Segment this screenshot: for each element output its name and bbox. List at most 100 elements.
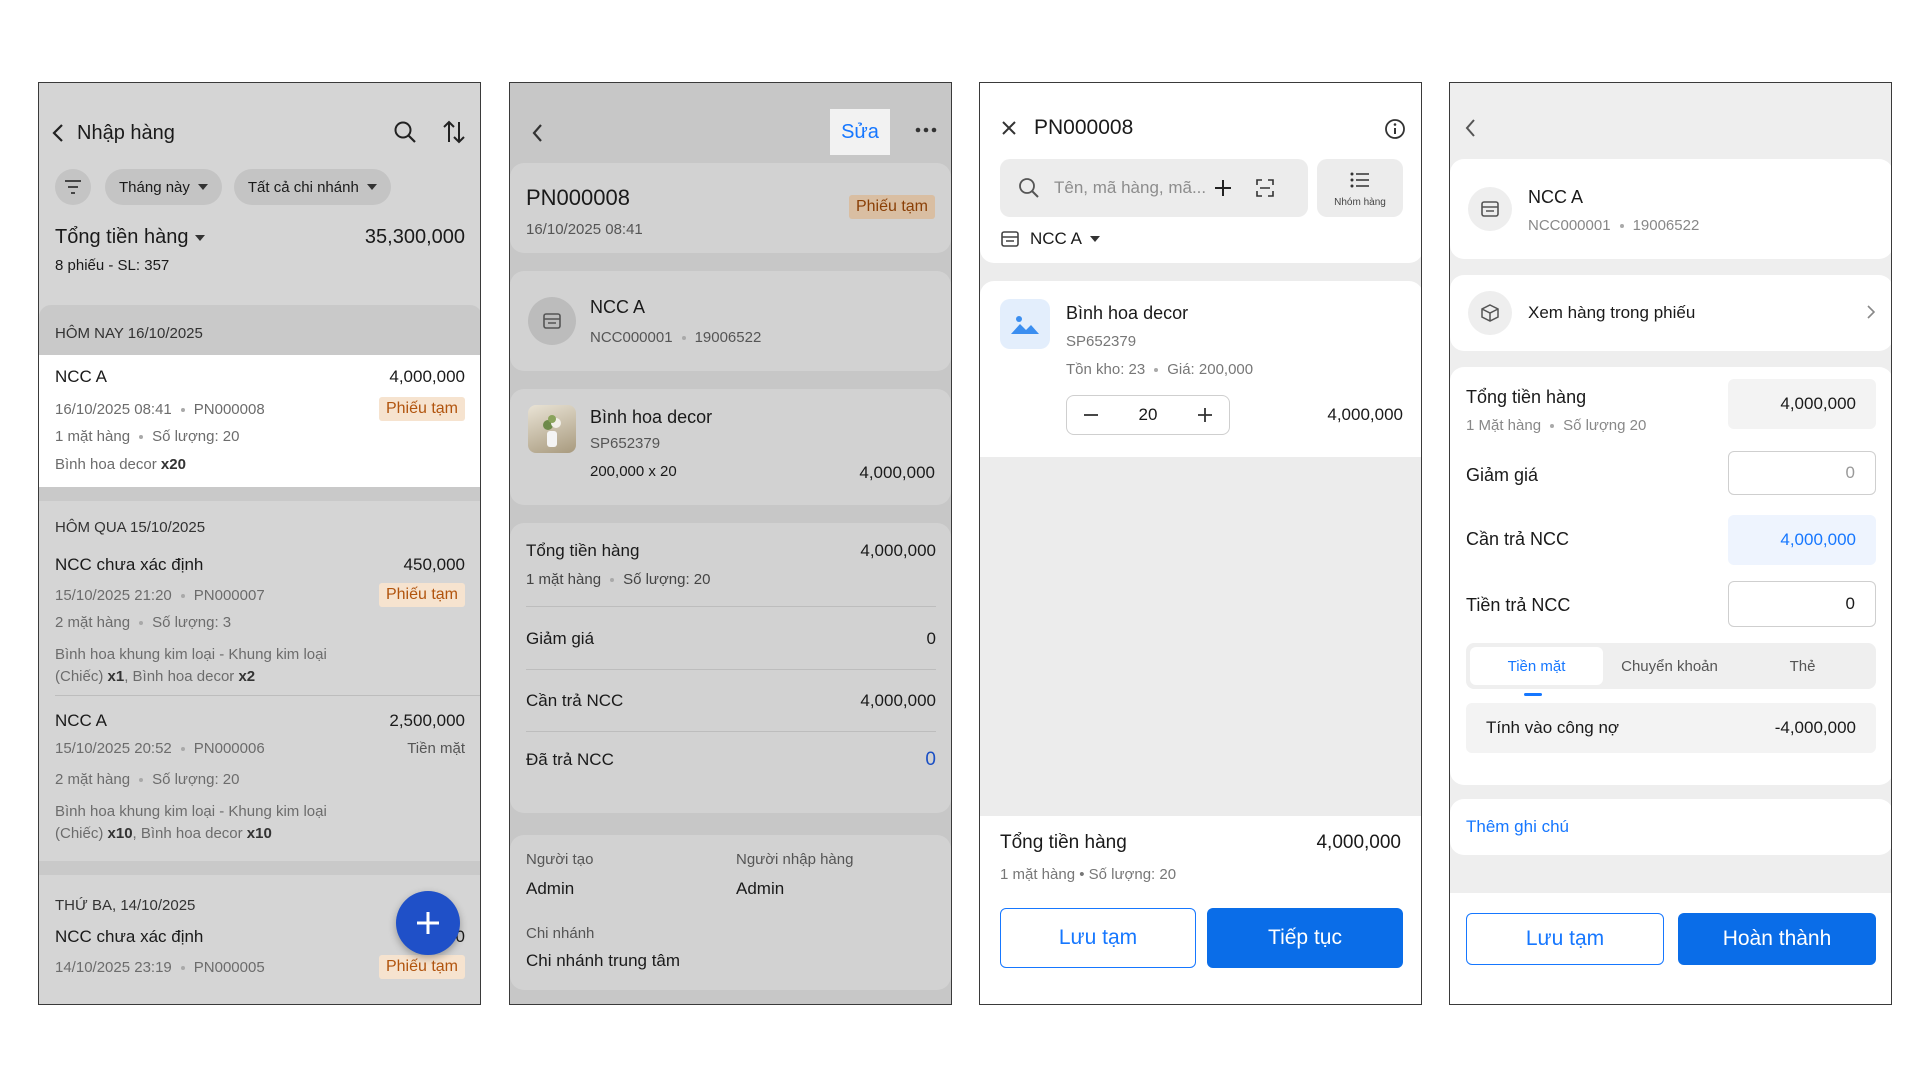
- products-line1: Bình hoa khung kim loại - Khung kim loại: [55, 646, 327, 663]
- category-button[interactable]: Nhóm hàng: [1317, 159, 1403, 217]
- filter-icon[interactable]: [55, 169, 91, 205]
- divider: [526, 669, 936, 670]
- supplier-code: NCC000001: [590, 329, 673, 346]
- view-items-row[interactable]: Xem hàng trong phiếu: [1450, 275, 1891, 351]
- supplier-name: NCC chưa xác định: [55, 927, 204, 946]
- supplier-selector[interactable]: NCC A: [1000, 229, 1100, 249]
- discount-input[interactable]: 0: [1728, 451, 1876, 495]
- item-qty: Số lượng: 20: [152, 428, 240, 445]
- status-badge: Phiếu tạm: [378, 583, 465, 607]
- supplier-phone: 19006522: [694, 329, 762, 346]
- add-button[interactable]: [396, 891, 460, 955]
- supplier-code: NCC000001: [1528, 217, 1611, 234]
- back-icon[interactable]: [49, 121, 77, 145]
- group-date: THỨ BA, 14/10/2025: [55, 897, 196, 914]
- supplier-card[interactable]: NCC A NCC000001 19006522: [510, 271, 951, 371]
- minus-icon[interactable]: [1067, 414, 1115, 416]
- page-title: PN000008: [1034, 116, 1134, 139]
- tab-transfer[interactable]: Chuyển khoản: [1603, 647, 1736, 685]
- stock: Tồn kho: 23: [1066, 361, 1146, 378]
- image-placeholder-icon: [1000, 299, 1050, 349]
- plus-icon[interactable]: [1214, 179, 1232, 197]
- tab-indicator: [1524, 693, 1542, 696]
- save-draft-button[interactable]: Lưu tạm: [1466, 913, 1664, 965]
- discount-value: 0: [926, 629, 936, 648]
- need-pay-value: 4,000,000: [1728, 515, 1876, 565]
- supplier-name: NCC A: [590, 297, 646, 317]
- branch-filter[interactable]: Tất cả chi nhánh: [233, 169, 391, 205]
- total-sub: 1 mặt hàng • Số lượng: 20: [1000, 866, 1177, 883]
- back-icon[interactable]: [530, 121, 546, 145]
- group-date: HÔM QUA 15/10/2025: [55, 519, 206, 536]
- info-icon[interactable]: [1384, 118, 1406, 140]
- products-line2: (Chiếc): [55, 668, 104, 685]
- footer: Tổng tiền hàng 4,000,000 1 mặt hàng • Số…: [980, 816, 1421, 1004]
- total-summary[interactable]: Tổng tiền hàng 35,300,000 8 phiếu - SL: …: [55, 226, 465, 274]
- caret-down-icon: [197, 184, 208, 190]
- products-qty2: x10: [246, 825, 272, 842]
- datetime: 15/10/2025 21:20: [55, 586, 172, 604]
- add-note-link[interactable]: Thêm ghi chú: [1466, 817, 1569, 837]
- pay-input[interactable]: 0: [1728, 581, 1876, 627]
- search-icon: [1018, 177, 1040, 199]
- supplier-name: NCC A: [1030, 229, 1082, 248]
- item-qty: Số lượng: 20: [152, 771, 240, 788]
- supplier-card[interactable]: NCC A NCC000001 19006522: [1450, 159, 1891, 259]
- quantity-stepper[interactable]: 20: [1066, 395, 1230, 435]
- receipt-header-card: PN000008 16/10/2025 08:41 Phiếu tạm: [510, 163, 951, 253]
- list-item[interactable]: NCC chưa xác định 450,000 15/10/2025 21:…: [39, 541, 480, 691]
- save-draft-button[interactable]: Lưu tạm: [1000, 908, 1196, 968]
- header: Nhập hàng: [49, 113, 469, 153]
- datetime: 16/10/2025 08:41: [55, 400, 172, 418]
- close-icon[interactable]: [1000, 119, 1018, 137]
- receipt-code: PN000006: [193, 740, 265, 757]
- product-sku: SP652379: [590, 435, 661, 452]
- summary-card: Tổng tiền hàng 4,000,000 1 mặt hàng Số lư…: [510, 523, 951, 813]
- product-total: 4,000,000: [859, 463, 935, 482]
- product-card[interactable]: Bình hoa decor SP652379 200,000 x 20 4,0…: [510, 389, 951, 505]
- products-qty: x20: [160, 456, 186, 473]
- product-name: Bình hoa decor: [590, 407, 713, 427]
- divider: [55, 695, 480, 696]
- tab-card[interactable]: Thẻ: [1736, 647, 1869, 685]
- footer: Lưu tạm Hoàn thành: [1450, 893, 1891, 1004]
- list-item[interactable]: NCC A 4,000,000 16/10/2025 08:41 PN000008…: [39, 355, 480, 487]
- quantity-value[interactable]: 20: [1115, 405, 1181, 425]
- group-date: HÔM NAY 16/10/2025: [55, 325, 203, 342]
- tab-cash[interactable]: Tiền mặt: [1470, 647, 1603, 685]
- screen-payment: NCC A NCC000001 19006522 Xem hàng trong p…: [1449, 82, 1892, 1005]
- plus-icon[interactable]: [1181, 408, 1229, 422]
- continue-button[interactable]: Tiếp tục: [1207, 908, 1403, 968]
- item-count: 2 mặt hàng: [55, 614, 131, 631]
- note-row[interactable]: Thêm ghi chú: [1450, 799, 1891, 855]
- search-icon[interactable]: [392, 119, 418, 145]
- back-icon[interactable]: [1464, 117, 1478, 139]
- debt-row: Tính vào công nợ -4,000,000: [1466, 703, 1876, 753]
- complete-button[interactable]: Hoàn thành: [1678, 913, 1876, 965]
- list-item[interactable]: NCC A 2,500,000 15/10/2025 20:52 PN000006…: [39, 697, 480, 847]
- status-badge: Phiếu tạm: [378, 955, 465, 979]
- supplier-phone: 19006522: [1632, 217, 1700, 234]
- edit-button[interactable]: Sửa: [830, 109, 890, 155]
- total-count: 1 Mặt hàng: [1466, 417, 1542, 434]
- branch-label: Chi nhánh: [526, 925, 595, 942]
- total-label: Tổng tiền hàng: [1466, 387, 1587, 407]
- products-qty1: x10: [107, 825, 133, 842]
- products-qty1: x1: [107, 668, 125, 685]
- screen-purchase-list: Nhập hàng Tháng này Tất cả chi nhánh Tổn…: [38, 82, 481, 1005]
- product-row[interactable]: Bình hoa decor SP652379 Tồn kho: 23 Giá: …: [980, 281, 1421, 457]
- debt-label: Tính vào công nợ: [1486, 718, 1620, 737]
- caret-down-icon: [366, 184, 377, 190]
- search-input[interactable]: Tên, mã hàng, mã...: [1000, 159, 1308, 217]
- sort-icon[interactable]: [441, 119, 467, 145]
- total-qty: Số lượng 20: [1563, 417, 1647, 434]
- price: Giá: 200,000: [1167, 361, 1254, 378]
- payment-method-tabs: Tiền mặt Chuyển khoản Thẻ: [1466, 643, 1876, 689]
- screen-receipt-detail: Sửa PN000008 16/10/2025 08:41 Phiếu tạm …: [509, 82, 952, 1005]
- screen-edit-receipt: PN000008 Tên, mã hàng, mã... Nhóm hàng N…: [979, 82, 1422, 1005]
- more-icon[interactable]: [915, 127, 937, 133]
- month-filter[interactable]: Tháng này: [105, 169, 222, 205]
- scan-icon[interactable]: [1256, 179, 1274, 197]
- branch-filter-label: Tất cả chi nhánh: [247, 178, 359, 196]
- divider: [526, 731, 936, 732]
